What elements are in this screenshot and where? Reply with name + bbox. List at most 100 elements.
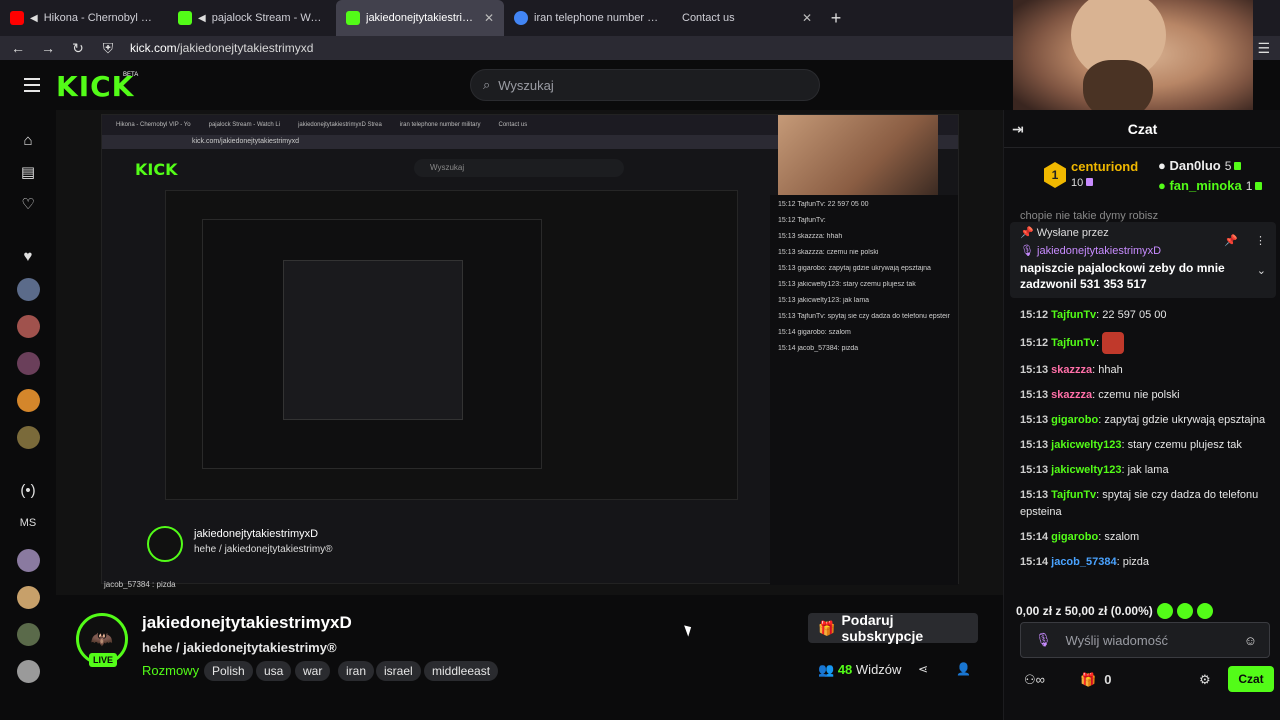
tag-iran[interactable]: iran (338, 661, 375, 681)
tag-polish[interactable]: Polish (204, 661, 253, 681)
tag-usa[interactable]: usa (256, 661, 292, 681)
message-text: stary czemu plujesz tak (1127, 439, 1242, 451)
message-user[interactable]: jakicwelty123 (1051, 439, 1121, 451)
reload-icon[interactable]: ↻ (70, 40, 86, 57)
kick-favicon-icon (178, 11, 192, 25)
chat-message: 15:14 gigarobo: szalom (1020, 531, 1140, 543)
avatar[interactable] (17, 389, 40, 412)
pin-icon[interactable]: 📌 (1224, 234, 1238, 247)
collapse-chat-icon[interactable]: ⇥ (1012, 121, 1024, 138)
avatar[interactable] (17, 426, 40, 449)
chat-message-input[interactable]: 🎙 Wyślij wiadomość ☺ (1020, 622, 1270, 658)
send-chat-button[interactable]: Czat (1228, 666, 1274, 692)
gift-subscription-button[interactable]: 🎁 Podaruj subskrypcje (808, 612, 978, 644)
following-icon[interactable]: ♡ (16, 192, 40, 216)
message-user[interactable]: skazzza (1051, 389, 1092, 401)
nested-last-message: jacob_57384 : pizda (104, 580, 176, 589)
webcam-overlay (1013, 0, 1253, 120)
tag-war[interactable]: war (295, 661, 331, 681)
message-user[interactable]: TajfunTv (1051, 337, 1096, 349)
back-icon[interactable]: ← (10, 40, 26, 56)
chat-message: 15:13 jakicwelty123: stary czemu plujesz … (1020, 439, 1242, 451)
message-user[interactable]: TajfunTv (1051, 309, 1096, 321)
nested-chat: 15:12 TajfunTv: 22 597 05 00 15:12 Tajfu… (770, 195, 958, 585)
message-text: czemu nie polski (1098, 389, 1180, 401)
tab-pajalock[interactable]: ◀ pajalock Stream - Watch Li (168, 0, 336, 36)
emoji-icon[interactable]: ☺ (1244, 633, 1257, 648)
close-tab-icon[interactable]: ✕ (484, 11, 494, 25)
emote-icon[interactable] (1176, 603, 1193, 619)
message-user[interactable]: jacob_57384 (1051, 556, 1116, 568)
address-bar[interactable]: kick.com/jakiedonejtytakiestrimyxd (130, 41, 313, 55)
tab-active-stream[interactable]: jakiedonejtytakiestrimyxD Strea ✕ (336, 0, 504, 36)
tab-google[interactable]: iran telephone number military (504, 0, 672, 36)
sidebar-item-ms[interactable]: MS (14, 517, 42, 529)
category-link[interactable]: Rozmowy (142, 663, 199, 678)
chat-message: 15:12 TajfunTv: 22 597 05 00 (1020, 309, 1167, 321)
message-user[interactable]: skazzza (1051, 364, 1092, 376)
leader-first-name[interactable]: centuriond (1071, 159, 1138, 174)
message-text: hhah (1098, 364, 1123, 376)
search-input[interactable]: ⌕ Wyszukaj (470, 69, 820, 101)
home-icon[interactable]: ⌂ (16, 128, 40, 152)
more-options-icon[interactable]: ⋮ (1255, 234, 1266, 247)
new-tab-button[interactable]: + (822, 4, 850, 32)
leader-third[interactable]: ● fan_minoka 1 (1158, 178, 1263, 193)
search-icon: ⌕ (483, 77, 491, 92)
pinned-text: napiszcie pajalockowi zeby do mnie zadzw… (1020, 261, 1225, 291)
share-icon[interactable]: ⋖ (918, 662, 928, 676)
tab-youtube[interactable]: ◀ Hikona - Chernobyl VIP - Yo (0, 0, 168, 36)
avatar[interactable] (17, 549, 40, 572)
captured-screen: Hikona - Chernobyl VIP - Yo pajalock Str… (101, 114, 959, 585)
gift-leaderboard: 1 centuriond 10 ● Dan0luo 5 ● fan_minoka 1 (1004, 154, 1280, 204)
nested-screen (165, 190, 738, 500)
gift-goal-text: 0,00 zł z 50,00 zł (0.00%) (1016, 604, 1153, 618)
avatar[interactable] (17, 278, 40, 301)
avatar[interactable] (17, 352, 40, 375)
close-tab-icon[interactable]: ✕ (802, 11, 812, 25)
chevron-down-icon[interactable]: ⌄ (1257, 264, 1266, 277)
leader-second[interactable]: ● Dan0luo 5 (1158, 158, 1242, 173)
chat-header: ⇥ Czat (1004, 110, 1280, 148)
emote-icon[interactable] (1156, 603, 1173, 619)
shield-icon[interactable]: ⛨ (100, 40, 116, 57)
speaker-icon[interactable]: ◀ (30, 13, 38, 24)
site-header: KICK BETA ⌕ Wyszukaj (0, 60, 1003, 110)
avatar[interactable] (17, 315, 40, 338)
follow-icon[interactable]: 👤 (956, 662, 971, 676)
message-user[interactable]: gigarobo (1051, 414, 1098, 426)
settings-icon[interactable]: ⚙ (1199, 672, 1211, 688)
message-text: zapytaj gdzie ukrywają epsztajna (1104, 414, 1266, 426)
tag-israel[interactable]: israel (376, 661, 421, 681)
heart-icon[interactable]: ♥ (16, 244, 40, 268)
message-user[interactable]: jakicwelty123 (1051, 464, 1121, 476)
menu-icon[interactable] (24, 78, 40, 92)
message-user[interactable]: gigarobo (1051, 531, 1098, 543)
chat-message: 15:13 gigarobo: zapytaj gdzie ukrywają ep… (1020, 414, 1266, 426)
infinity-points-icon[interactable]: ⚇∞ (1024, 672, 1045, 688)
forward-icon[interactable]: → (40, 40, 56, 56)
live-icon[interactable]: (•) (16, 478, 40, 502)
channel-name[interactable]: jakiedonejtytakiestrimyxD (142, 613, 352, 633)
message-time: 15:12 (1020, 336, 1049, 349)
video-player[interactable]: Hikona - Chernobyl VIP - Yo pajalock Str… (56, 110, 1003, 595)
message-time: 15:14 (1020, 556, 1049, 568)
chat-input-placeholder: Wyślij wiadomość (1065, 632, 1168, 648)
message-time: 15:13 (1020, 364, 1049, 376)
tag-middleeast[interactable]: middleeast (424, 661, 499, 681)
chat-messages: 15:12 TajfunTv: 22 597 05 00 15:12 TajfunTv… (1020, 307, 1270, 579)
tab-contact[interactable]: Contact us ✕ (672, 0, 822, 36)
avatar[interactable] (17, 586, 40, 609)
speaker-icon[interactable]: ◀ (198, 13, 206, 24)
chat-title: Czat (1127, 120, 1158, 137)
browse-icon[interactable]: ▤ (16, 160, 40, 184)
emote-icon[interactable] (1196, 603, 1213, 619)
message-time: 15:14 (1020, 531, 1049, 543)
avatar[interactable] (17, 660, 40, 683)
message-user[interactable]: TajfunTv (1051, 489, 1096, 501)
message-time: 15:12 (1020, 309, 1049, 321)
avatar[interactable] (17, 623, 40, 646)
gift-count[interactable]: 🎁 0 (1080, 672, 1111, 688)
browser-menu-icon[interactable]: ☰ (1257, 40, 1270, 57)
nested-search: Wyszukaj (414, 159, 624, 177)
